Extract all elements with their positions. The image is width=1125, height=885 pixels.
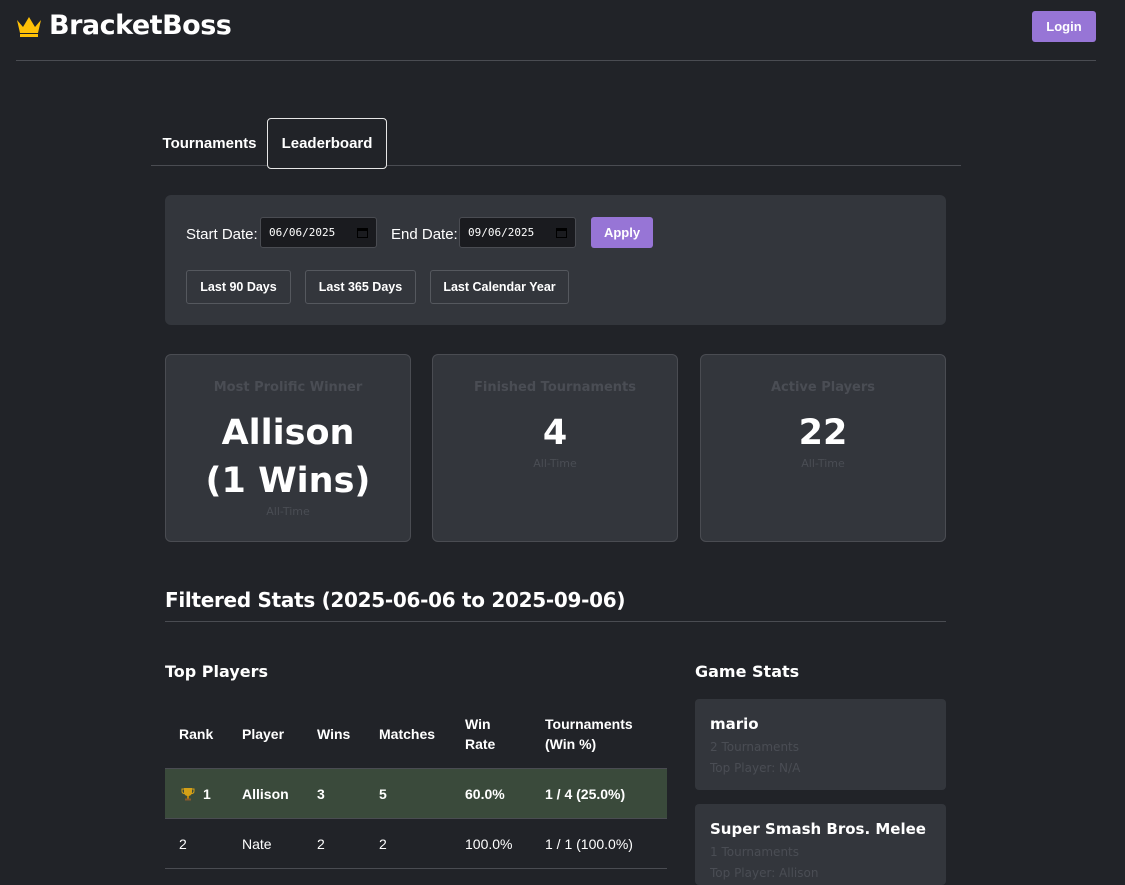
column-header-win-rate[interactable]: Win Rate xyxy=(465,714,505,754)
stat-sub: All-Time xyxy=(266,505,310,518)
login-button[interactable]: Login xyxy=(1032,11,1096,42)
main-tabs: Tournaments Leaderboard xyxy=(151,118,961,169)
column-header-tournaments[interactable]: Tournaments (Win %) xyxy=(545,714,645,754)
column-header-rank[interactable]: Rank xyxy=(179,724,213,744)
game-name: Super Smash Bros. Melee xyxy=(710,820,926,838)
column-header-wins[interactable]: Wins xyxy=(317,724,350,744)
rank-cell: 1 xyxy=(181,786,211,802)
matches-cell: 2 xyxy=(379,836,387,852)
rank-value: 1 xyxy=(203,786,211,802)
end-date-input[interactable]: 09/06/2025 xyxy=(459,217,576,248)
column-header-player[interactable]: Player xyxy=(242,724,284,744)
stat-card-most-prolific-winner: Most Prolific Winner Allison (1 Wins) Al… xyxy=(165,354,411,542)
player-cell: Allison xyxy=(242,786,289,802)
start-date-value: 06/06/2025 xyxy=(269,226,336,239)
last-90-days-button[interactable]: Last 90 Days xyxy=(186,270,291,304)
column-header-matches[interactable]: Matches xyxy=(379,724,435,744)
stat-label: Most Prolific Winner xyxy=(213,380,363,395)
table-row[interactable] xyxy=(165,868,667,885)
stat-value: Allison (1 Wins) xyxy=(205,413,371,501)
game-tournament-count: 1 Tournaments xyxy=(710,845,800,859)
crown-icon xyxy=(17,16,41,37)
last-calendar-year-button[interactable]: Last Calendar Year xyxy=(430,270,569,304)
tab-tournaments[interactable]: Tournaments xyxy=(151,118,268,169)
wins-cell: 3 xyxy=(317,786,325,802)
end-date-value: 09/06/2025 xyxy=(468,226,535,239)
game-card-mario[interactable]: mario 2 Tournaments Top Player: N/A xyxy=(695,699,946,790)
filtered-stats-title: Filtered Stats (2025-06-06 to 2025-09-06… xyxy=(165,588,946,622)
brand[interactable]: BracketBoss xyxy=(16,10,232,41)
brand-name: BracketBoss xyxy=(49,10,232,41)
player-cell: Nate xyxy=(242,836,272,852)
game-top-player: Top Player: Allison xyxy=(710,866,819,880)
stat-value: 4 xyxy=(542,413,568,453)
wins-cell: 2 xyxy=(317,836,325,852)
win-rate-cell: 100.0% xyxy=(465,836,513,852)
top-players-table: Rank Player Wins Matches Win Rate Tourna… xyxy=(165,704,667,885)
table-row[interactable]: 2 Nate 2 2 100.0% 1 / 1 (100.0%) xyxy=(165,818,667,868)
calendar-icon[interactable] xyxy=(357,227,368,238)
start-date-input[interactable]: 06/06/2025 xyxy=(260,217,377,248)
game-stats-title: Game Stats xyxy=(695,662,800,681)
last-365-days-button[interactable]: Last 365 Days xyxy=(305,270,416,304)
table-row[interactable]: 1 Allison 3 5 60.0% 1 / 4 (25.0%) xyxy=(165,768,667,818)
stat-value: 22 xyxy=(798,413,848,453)
stat-sub: All-Time xyxy=(801,457,845,470)
stat-card-active-players: Active Players 22 All-Time xyxy=(700,354,946,542)
calendar-icon[interactable] xyxy=(556,227,567,238)
stat-sub: All-Time xyxy=(533,457,577,470)
tournaments-cell: 1 / 1 (100.0%) xyxy=(545,836,633,852)
top-navbar: BracketBoss Login xyxy=(16,0,1096,61)
game-tournament-count: 2 Tournaments xyxy=(710,740,800,754)
game-name: mario xyxy=(710,715,759,733)
date-filter-panel: Start Date: 06/06/2025 End Date: 09/06/2… xyxy=(165,195,946,325)
start-date-label: Start Date: xyxy=(186,226,258,243)
tournaments-cell: 1 / 4 (25.0%) xyxy=(545,786,626,802)
top-players-title: Top Players xyxy=(165,662,269,681)
tab-leaderboard[interactable]: Leaderboard xyxy=(267,118,387,169)
game-card-melee[interactable]: Super Smash Bros. Melee 1 Tournaments To… xyxy=(695,804,946,885)
trophy-icon xyxy=(181,788,195,801)
game-top-player: Top Player: N/A xyxy=(710,761,801,775)
end-date-label: End Date: xyxy=(391,226,458,243)
apply-button[interactable]: Apply xyxy=(591,217,653,248)
win-rate-cell: 60.0% xyxy=(465,786,505,802)
stat-label: Finished Tournaments xyxy=(473,380,637,395)
table-header: Rank Player Wins Matches Win Rate Tourna… xyxy=(165,704,667,768)
stat-label: Active Players xyxy=(770,380,876,395)
matches-cell: 5 xyxy=(379,786,387,802)
stat-card-finished-tournaments: Finished Tournaments 4 All-Time xyxy=(432,354,678,542)
rank-cell: 2 xyxy=(179,836,187,852)
